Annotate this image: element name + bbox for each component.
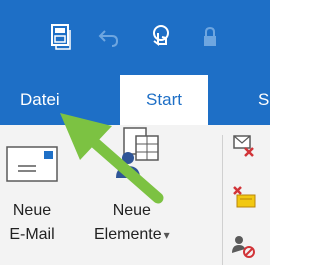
chevron-down-icon: ▾ <box>163 228 170 242</box>
tab-datei[interactable]: Datei <box>20 75 60 125</box>
new-items-label-2: Elemente ▾ <box>94 223 170 247</box>
ribbon-tab-bar: Datei Start Se <box>0 75 279 125</box>
tab-start[interactable]: Start <box>120 75 208 125</box>
new-items-icon <box>104 122 160 187</box>
cleanup-icon[interactable] <box>231 183 257 214</box>
ribbon-home: Neue E-Mail Neue Elemente ▾ <box>0 125 270 265</box>
new-items-button[interactable]: Neue Elemente ▾ <box>94 125 170 247</box>
tab-send-receive[interactable]: Se <box>258 75 279 125</box>
new-email-label-1: Neue <box>12 202 52 219</box>
ignore-icon[interactable] <box>231 133 257 164</box>
new-email-label-2: E-Mail <box>9 226 55 243</box>
new-email-button[interactable]: Neue E-Mail <box>6 125 58 247</box>
ribbon-group-divider <box>222 135 223 265</box>
lock-icon[interactable] <box>202 26 218 53</box>
title-bar <box>0 0 270 75</box>
save-icon[interactable] <box>50 24 72 55</box>
new-items-label-text: Elemente <box>94 226 162 243</box>
junk-icon[interactable] <box>231 233 257 264</box>
undo-icon[interactable] <box>98 28 120 53</box>
new-items-label-1: Neue <box>112 202 151 219</box>
touch-mode-icon[interactable] <box>148 24 174 55</box>
envelope-icon <box>6 146 58 187</box>
